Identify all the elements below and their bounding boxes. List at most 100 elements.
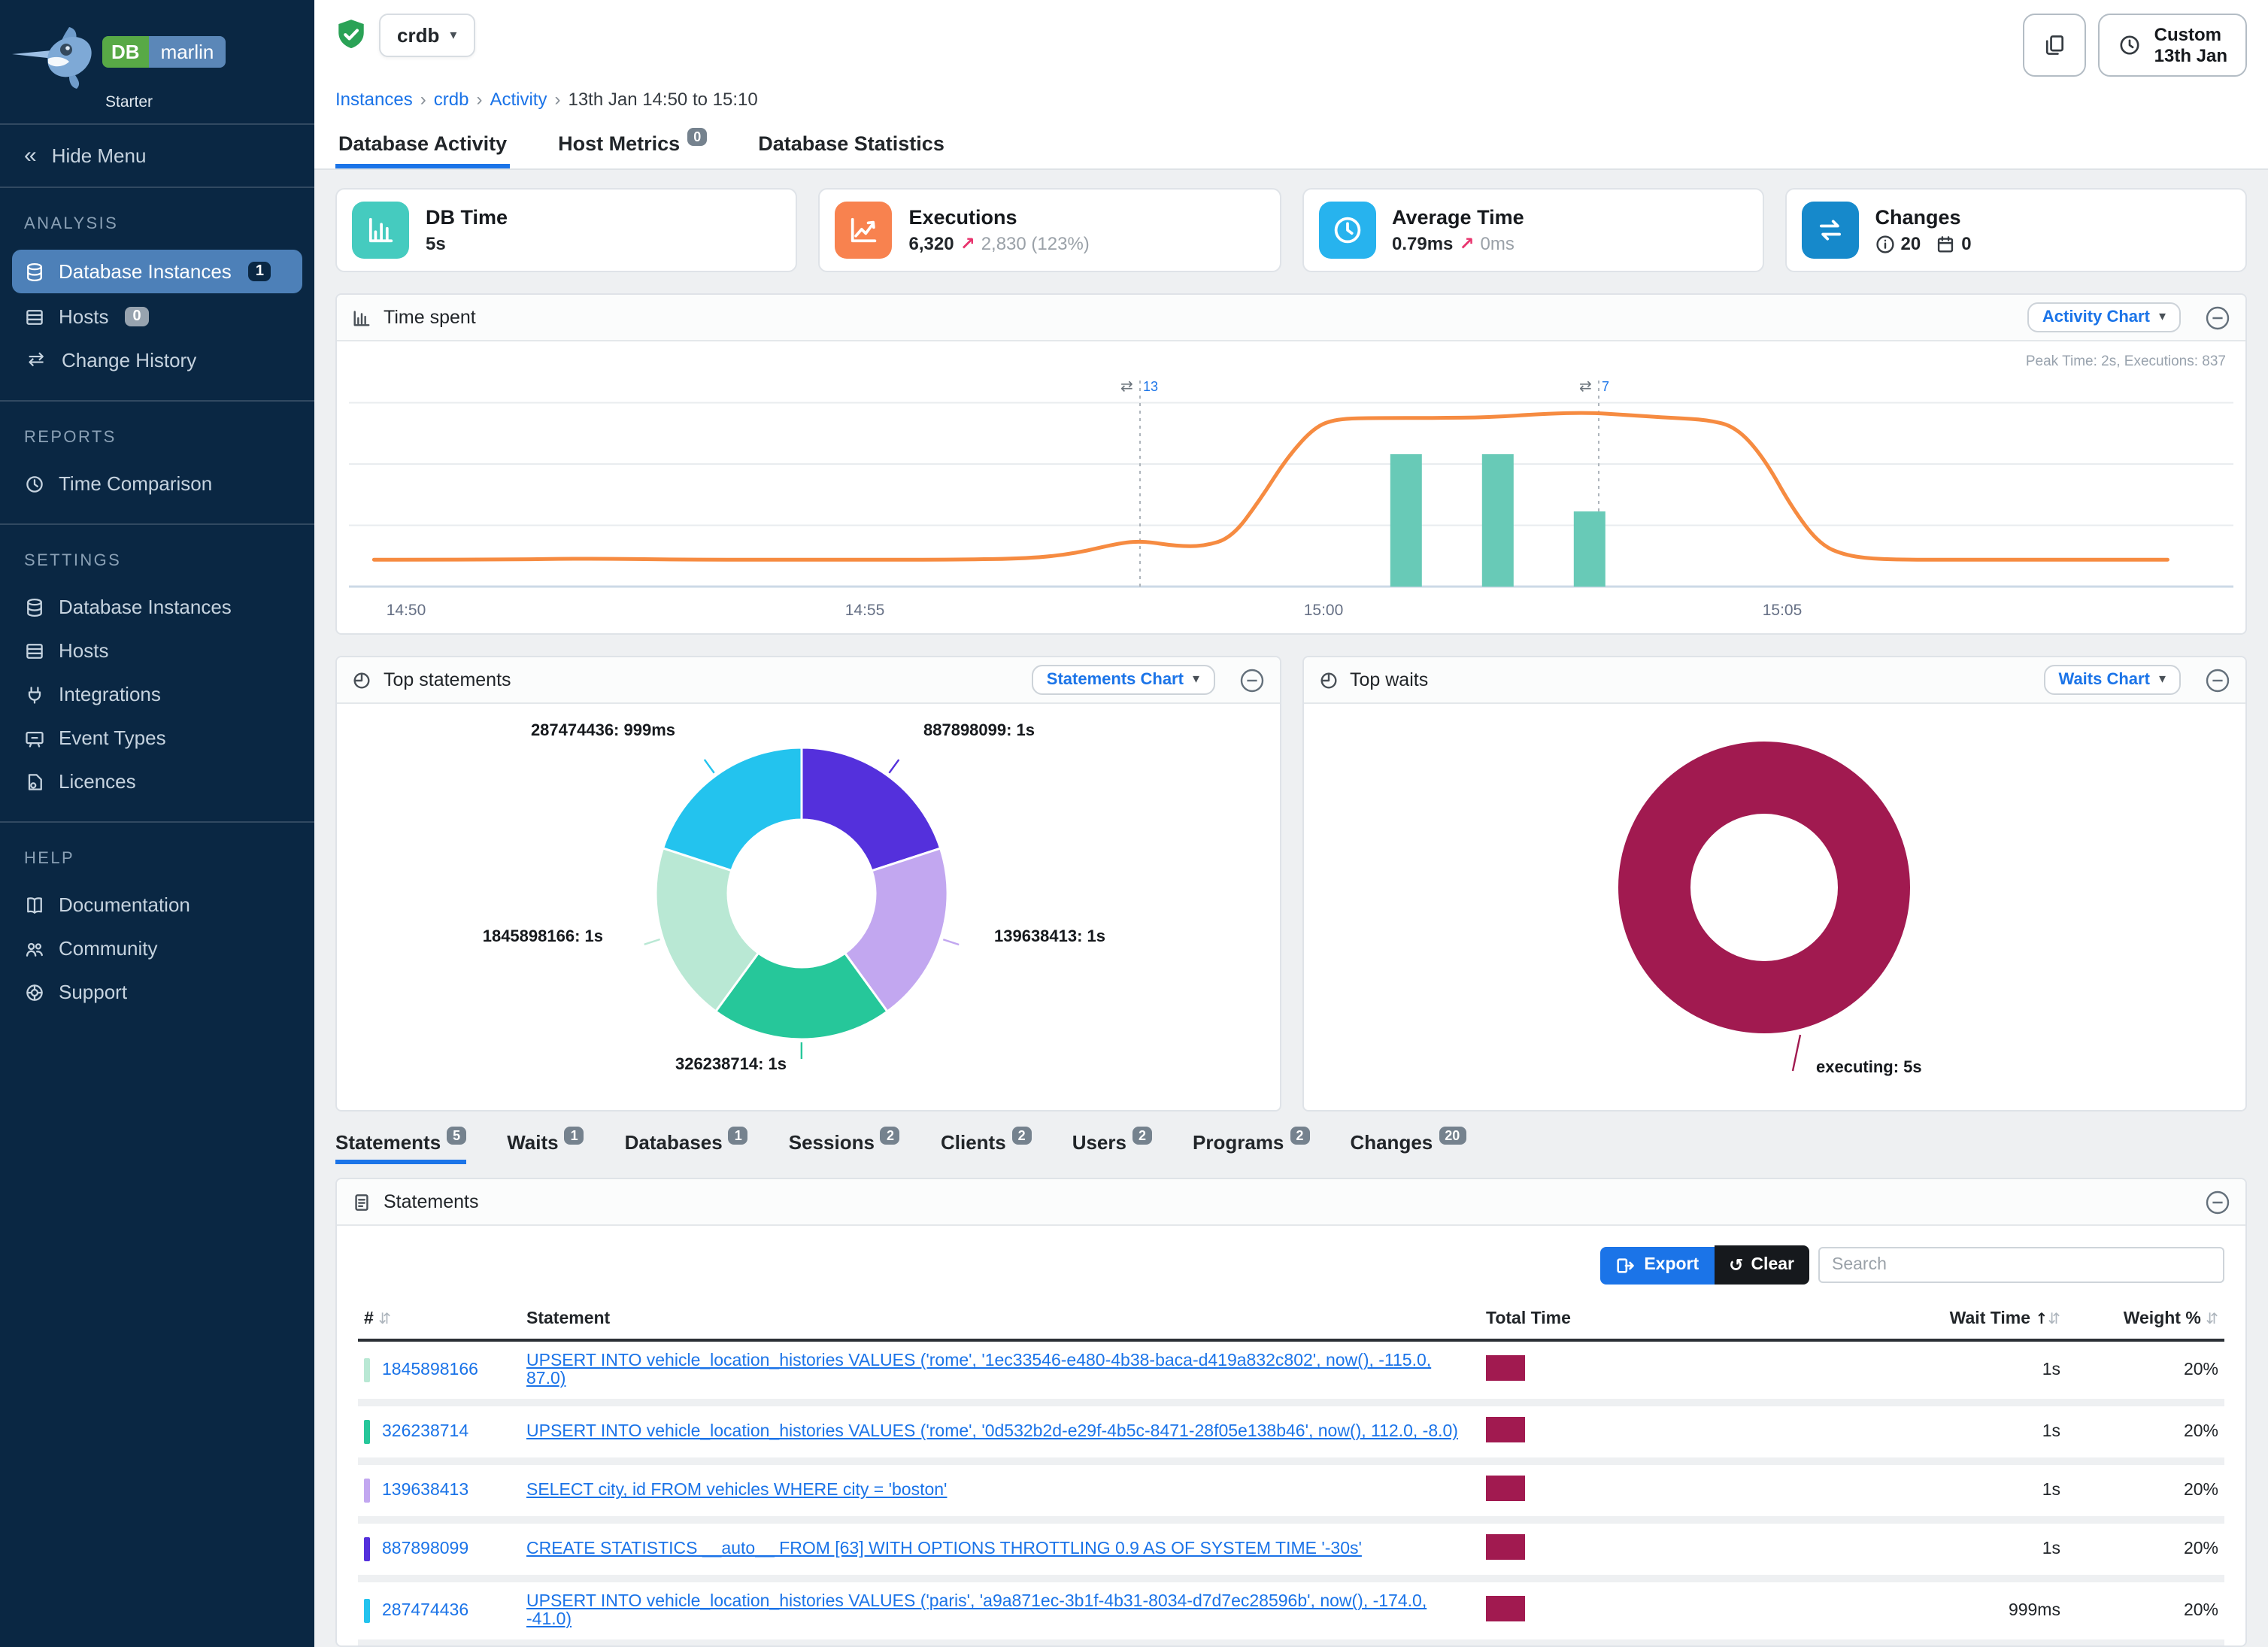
svg-text:7: 7	[1602, 379, 1609, 394]
dtab-sessions[interactable]: Sessions2	[789, 1131, 900, 1164]
section-title: SETTINGS	[0, 534, 314, 585]
tab-host-metrics[interactable]: Host Metrics0	[555, 119, 710, 168]
card-value: 5s	[426, 233, 446, 254]
wait-time-value: 999ms	[1758, 1579, 2066, 1643]
col-header-id[interactable]: # ⇵	[358, 1301, 520, 1340]
chevron-down-icon: ▾	[450, 28, 456, 43]
statement-link[interactable]: UPSERT INTO vehicle_location_histories V…	[526, 1352, 1431, 1388]
breadcrumb-crdb[interactable]: crdb	[434, 89, 469, 110]
dtab-waits[interactable]: Waits1	[507, 1131, 584, 1164]
statements-chart-selector[interactable]: Statements Chart ▾	[1032, 665, 1214, 695]
collapse-panel-button[interactable]	[1239, 667, 1264, 693]
activity-chart-selector[interactable]: Activity Chart ▾	[2027, 302, 2181, 332]
statement-link[interactable]: CREATE STATISTICS __auto__ FROM [63] WIT…	[526, 1540, 1362, 1558]
breadcrumb-instances[interactable]: Instances	[335, 89, 413, 110]
series-color-tick	[364, 1537, 370, 1561]
svg-text:15:00: 15:00	[1304, 602, 1344, 619]
changes-card[interactable]: Changes 20 0	[1785, 188, 2248, 272]
tab-database-activity[interactable]: Database Activity	[335, 119, 510, 168]
svg-text:15:05: 15:05	[1763, 602, 1803, 619]
sidebar-item-change-history[interactable]: ⇄ Change History	[0, 338, 314, 382]
dtab-programs[interactable]: Programs2	[1193, 1131, 1309, 1164]
average-time-card[interactable]: Average Time 0.79ms ↗ 0ms	[1302, 188, 1764, 272]
hide-menu-label: Hide Menu	[52, 144, 147, 167]
statement-link[interactable]: UPSERT INTO vehicle_location_histories V…	[526, 1423, 1458, 1441]
copy-link-button[interactable]	[2024, 14, 2087, 77]
bar-chart-icon	[352, 202, 409, 259]
statement-id-link[interactable]: 139638413	[382, 1482, 468, 1500]
people-icon	[24, 938, 45, 959]
col-header-wait-time[interactable]: Wait Time ↑⇵	[1758, 1301, 2066, 1340]
table-row: 139638413 SELECT city, id FROM vehicles …	[358, 1461, 2224, 1520]
sidebar-item-community[interactable]: Community	[0, 927, 314, 970]
sidebar-item-label: Database Instances	[59, 596, 232, 618]
sidebar-item-database-instances-settings[interactable]: Database Instances	[0, 585, 314, 629]
col-header-statement[interactable]: Statement	[520, 1301, 1480, 1340]
weight-value: 20%	[2066, 1403, 2224, 1461]
selector-label: Waits Chart	[2059, 671, 2150, 689]
sidebar-item-database-instances[interactable]: Database Instances 1	[12, 250, 302, 293]
export-button[interactable]: Export	[1600, 1246, 1714, 1284]
executions-card[interactable]: Executions 6,320 ↗ 2,830 (123%)	[819, 188, 1281, 272]
brand-block[interactable]: DB marlin Starter	[0, 0, 314, 123]
col-header-total-time[interactable]: Total Time	[1480, 1301, 1758, 1340]
dtab-databases[interactable]: Databases1	[625, 1131, 748, 1164]
database-icon	[24, 261, 45, 282]
statement-link[interactable]: UPSERT INTO vehicle_location_histories V…	[526, 1593, 1427, 1629]
sidebar-section-settings: SETTINGS Database Instances Hosts Integr…	[0, 525, 314, 821]
card-value: 0.79ms	[1392, 233, 1453, 254]
top-waits-header: Top waits Waits Chart ▾	[1303, 657, 2245, 704]
svg-text:14:55: 14:55	[845, 602, 885, 619]
licence-document-icon	[24, 771, 45, 792]
tab-badge: 2	[1290, 1127, 1309, 1145]
dtab-statements[interactable]: Statements5	[335, 1131, 466, 1164]
time-spent-chart[interactable]: ⇄13⇄714:5014:5515:0015:05Peak Time: 2s, …	[337, 341, 2245, 635]
sidebar-item-time-comparison[interactable]: Time Comparison	[0, 462, 314, 505]
statement-id-link[interactable]: 287474436	[382, 1602, 468, 1620]
dtab-clients[interactable]: Clients2	[941, 1131, 1032, 1164]
event-types-icon	[24, 727, 45, 748]
collapse-panel-button[interactable]	[2205, 667, 2230, 693]
sidebar-item-label: Licences	[59, 770, 136, 793]
sidebar-item-licences[interactable]: Licences	[0, 760, 314, 803]
sidebar-item-documentation[interactable]: Documentation	[0, 883, 314, 927]
sidebar-item-label: Hosts	[59, 639, 108, 662]
waits-chart-selector[interactable]: Waits Chart ▾	[2044, 665, 2182, 695]
donut-label-139638413: 139638413: 1s	[994, 928, 1105, 946]
sidebar-item-hosts-settings[interactable]: Hosts	[0, 629, 314, 672]
clear-button[interactable]: ↺ Clear	[1714, 1245, 1809, 1285]
copy-icon	[2043, 33, 2067, 57]
dtab-changes[interactable]: Changes20	[1350, 1131, 1466, 1164]
lifebuoy-icon	[24, 981, 45, 1002]
sidebar-item-support[interactable]: Support	[0, 970, 314, 1014]
sidebar-item-hosts[interactable]: Hosts 0	[0, 295, 314, 338]
breadcrumb-activity[interactable]: Activity	[490, 89, 547, 110]
waits-donut-chart[interactable]	[1303, 704, 2237, 1110]
statement-id-link[interactable]: 1845898166	[382, 1361, 478, 1379]
clock-icon	[2118, 33, 2142, 57]
sidebar-item-integrations[interactable]: Integrations	[0, 672, 314, 716]
tab-badge: 1	[565, 1127, 584, 1145]
search-input[interactable]	[1818, 1247, 2224, 1283]
col-header-weight[interactable]: Weight % ⇵	[2066, 1301, 2224, 1340]
stat-cards-row: DB Time 5s Executions 6,320 ↗ 2,830 (123…	[314, 170, 2268, 272]
panel-title: Top statements	[384, 669, 511, 690]
hide-menu-button[interactable]: « Hide Menu	[0, 125, 314, 187]
brand-db-badge: DB	[102, 36, 149, 68]
table-row: 287474436 UPSERT INTO vehicle_location_h…	[358, 1579, 2224, 1643]
breadcrumb: Instances›crdb›Activity›13th Jan 14:50 t…	[335, 89, 2247, 110]
tab-database-statistics[interactable]: Database Statistics	[755, 119, 948, 168]
instance-selector[interactable]: crdb ▾	[379, 14, 475, 57]
collapse-panel-button[interactable]	[2205, 1189, 2230, 1215]
weight-value: 20%	[2066, 1461, 2224, 1520]
tab-badge: 2	[881, 1127, 900, 1145]
collapse-panel-button[interactable]	[2205, 305, 2230, 330]
db-time-card[interactable]: DB Time 5s	[335, 188, 798, 272]
statement-id-link[interactable]: 326238714	[382, 1423, 468, 1441]
time-range-button[interactable]: Custom 13th Jan	[2099, 14, 2247, 77]
statement-id-link[interactable]: 887898099	[382, 1540, 468, 1558]
statements-donut-chart[interactable]	[337, 704, 1277, 1110]
sidebar-item-event-types[interactable]: Event Types	[0, 716, 314, 760]
statement-link[interactable]: SELECT city, id FROM vehicles WHERE city…	[526, 1482, 947, 1500]
dtab-users[interactable]: Users2	[1072, 1131, 1152, 1164]
